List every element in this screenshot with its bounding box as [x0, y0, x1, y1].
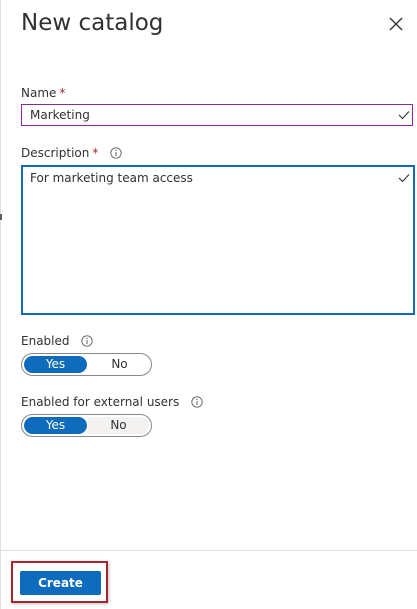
panel-left-border [0, 0, 1, 609]
name-input[interactable]: Marketing [21, 104, 413, 126]
name-label-text: Name [21, 86, 57, 100]
info-icon[interactable] [81, 335, 93, 347]
name-required-mark: * [59, 86, 66, 100]
close-icon [389, 17, 403, 31]
enabled-external-label: Enabled for external users [21, 394, 203, 410]
description-value: For marketing team access [30, 171, 193, 185]
check-icon [398, 174, 410, 183]
enabled-no-option[interactable]: No [88, 356, 151, 373]
enabled-external-yes-option[interactable]: Yes [24, 417, 87, 434]
enabled-toggle[interactable]: Yes No [21, 353, 152, 376]
enabled-external-label-text: Enabled for external users [21, 395, 180, 409]
enabled-external-no-option[interactable]: No [88, 417, 149, 434]
enabled-label-text: Enabled [21, 334, 70, 348]
description-textarea[interactable]: For marketing team access [21, 165, 415, 315]
new-catalog-panel: New catalog Name * Marketing Description *… [0, 0, 417, 609]
left-edge-mark [0, 214, 2, 220]
enabled-yes-option[interactable]: Yes [24, 356, 87, 373]
close-button[interactable] [385, 13, 407, 35]
description-label-text: Description [21, 146, 90, 160]
enabled-label: Enabled [21, 333, 93, 349]
description-required-mark: * [92, 146, 99, 160]
create-button[interactable]: Create [20, 571, 101, 595]
check-icon [398, 111, 410, 120]
name-label: Name * [21, 85, 65, 101]
footer-divider [0, 550, 417, 551]
description-label: Description * [21, 145, 122, 161]
info-icon[interactable] [191, 396, 203, 408]
enabled-external-toggle[interactable]: Yes No [21, 414, 152, 437]
panel-title: New catalog [21, 10, 164, 36]
info-icon[interactable] [110, 147, 122, 159]
name-input-value: Marketing [30, 108, 90, 122]
